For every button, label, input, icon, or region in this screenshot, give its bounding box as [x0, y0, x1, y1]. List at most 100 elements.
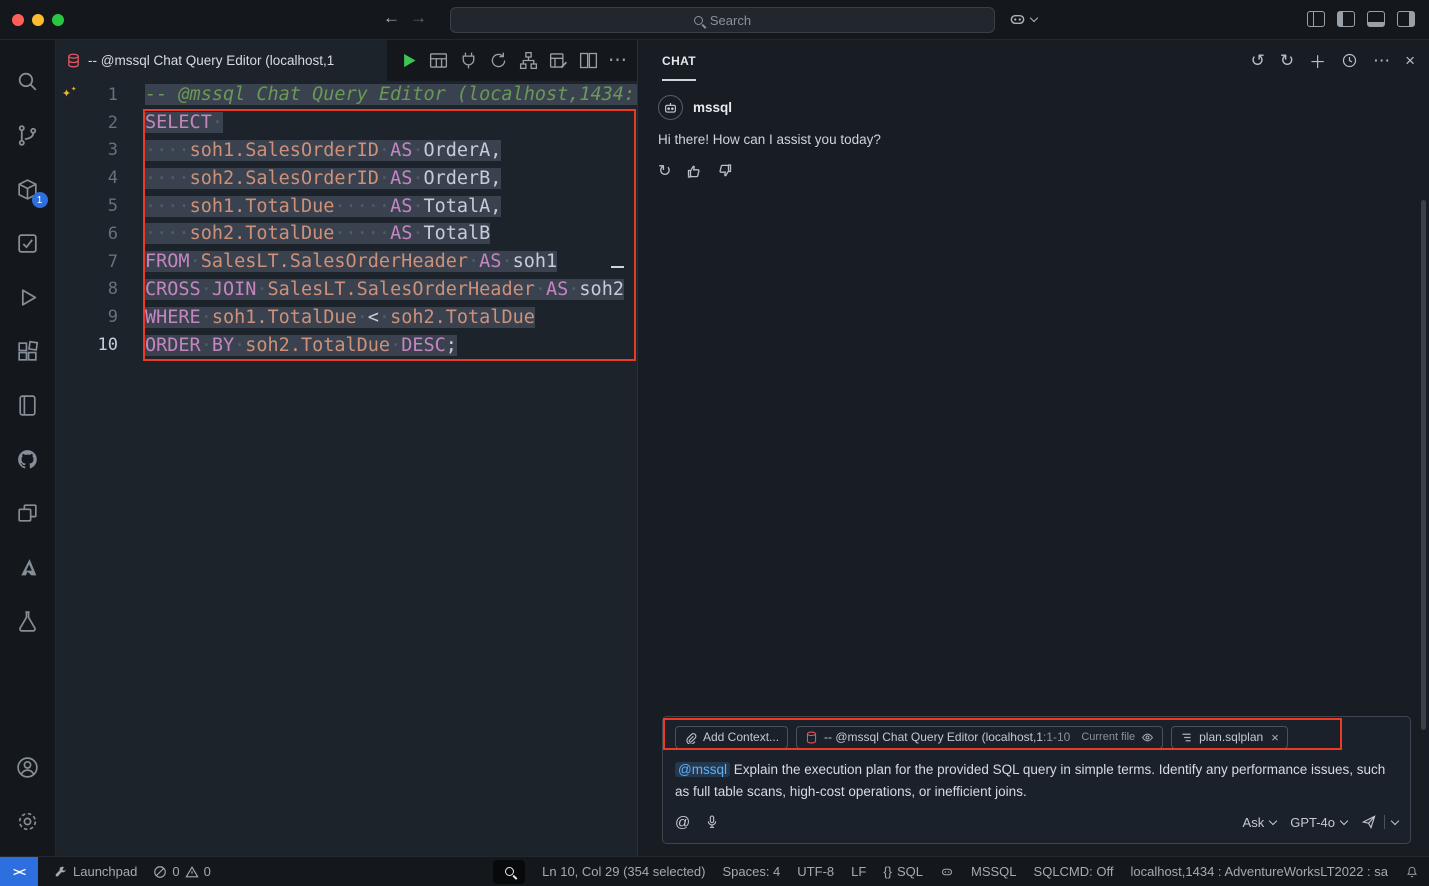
new-chat-icon[interactable]: ＋ [1309, 48, 1326, 73]
sqlcmd-status[interactable]: SQLCMD: Off [1034, 864, 1114, 879]
notifications-status[interactable] [1405, 865, 1419, 879]
line-number: 8 [56, 279, 118, 299]
indentation-status[interactable]: Spaces: 4 [722, 864, 780, 879]
language-status[interactable]: {}SQL [883, 864, 923, 879]
code-line[interactable]: 9WHERE·soh1.TotalDue·<·soh2.TotalDue [56, 303, 637, 331]
activity-github[interactable] [4, 432, 52, 486]
account-icon [15, 755, 40, 780]
regenerate-icon[interactable]: ↻ [658, 161, 671, 181]
results-grid-icon[interactable] [428, 50, 449, 71]
error-count: 0 [172, 864, 179, 879]
run-query-button[interactable] [398, 50, 419, 71]
mssql-status[interactable]: MSSQL [971, 864, 1017, 879]
editor-tab[interactable]: -- @mssql Chat Query Editor (localhost,1 [56, 40, 387, 81]
code-line[interactable]: 5····soh1.TotalDue·····AS·TotalA, [56, 192, 637, 220]
mssql-mention[interactable]: @mssql [675, 762, 730, 777]
connection-status[interactable]: localhost,1434 : AdventureWorksLT2022 : … [1130, 864, 1388, 879]
activity-query-check[interactable] [4, 216, 52, 270]
activity-source-control[interactable] [4, 108, 52, 162]
command-center-search[interactable]: Search [450, 7, 995, 33]
chevron-down-icon [1340, 816, 1348, 824]
add-mention-button[interactable]: @ [675, 814, 690, 831]
thumbs-up-icon[interactable] [686, 163, 702, 179]
activity-azure[interactable] [4, 540, 52, 594]
activity-settings[interactable] [4, 794, 52, 848]
tools-icon [54, 865, 68, 879]
copilot-sparkle-icon[interactable]: ✦✦ [62, 83, 76, 101]
close-icon[interactable]: × [1405, 51, 1415, 71]
nav-forward-button[interactable]: → [410, 8, 427, 28]
thumbs-down-icon[interactable] [717, 163, 733, 179]
chip-plan-label: plan.sqlplan [1199, 730, 1263, 744]
code-line[interactable]: 10ORDER·BY·soh2.TotalDue·DESC; [56, 331, 637, 359]
code-editor[interactable]: ✦✦ 1-- @mssql Chat Query Editor (localho… [56, 81, 637, 856]
mode-picker[interactable]: Ask [1243, 815, 1277, 830]
more-icon[interactable]: ⋯ [1373, 51, 1390, 71]
avatar [658, 95, 683, 120]
encoding-status[interactable]: UTF-8 [797, 864, 834, 879]
code-line[interactable]: 8CROSS·JOIN·SalesLT.SalesOrderHeader·AS·… [56, 276, 637, 304]
code-line[interactable]: 7FROM·SalesLT.SalesOrderHeader·AS·soh1 [56, 248, 637, 276]
send-icon[interactable] [1361, 814, 1377, 830]
problems-status[interactable]: 0 0 [153, 864, 210, 879]
schema-compare-icon[interactable] [518, 50, 539, 71]
activity-search[interactable] [4, 54, 52, 108]
chat-tab[interactable]: CHAT [662, 40, 696, 81]
code-line[interactable]: 4····soh2.SalesOrderID·AS·OrderB, [56, 164, 637, 192]
send-options-chevron-icon[interactable] [1391, 816, 1399, 824]
undo-icon[interactable]: ↺ [1251, 51, 1265, 71]
add-context-chip[interactable]: Add Context... [675, 726, 788, 749]
toggle-panel-icon[interactable] [1367, 11, 1385, 27]
history-icon[interactable] [1341, 52, 1358, 69]
code-line[interactable]: 6····soh2.TotalDue·····AS·TotalB [56, 220, 637, 248]
windows-icon [15, 501, 40, 526]
table-designer-icon[interactable] [548, 50, 569, 71]
remote-indicator[interactable]: >< [0, 857, 38, 886]
chat-header: CHAT ↺ ↻ ＋ ⋯ × [638, 40, 1429, 81]
microphone-icon[interactable] [704, 814, 720, 830]
activity-references[interactable]: 1 [4, 162, 52, 216]
play-icon [15, 285, 40, 310]
toggle-sidebar-icon[interactable] [1337, 11, 1355, 27]
model-picker[interactable]: GPT-4o [1290, 815, 1347, 830]
activity-extensions[interactable] [4, 324, 52, 378]
minimize-window-button[interactable] [32, 14, 44, 26]
code-line[interactable]: 1-- @mssql Chat Query Editor (localhost,… [56, 81, 637, 109]
redo-icon[interactable]: ↻ [1280, 51, 1294, 71]
copilot-status[interactable] [940, 865, 954, 879]
copilot-menu-button[interactable] [1008, 10, 1037, 29]
chat-input[interactable]: @mssql Explain the execution plan for th… [675, 759, 1398, 809]
eye-icon[interactable] [1141, 731, 1154, 744]
current-file-chip[interactable]: -- @mssql Chat Query Editor (localhost,1… [796, 726, 1163, 749]
eol-status[interactable]: LF [851, 864, 866, 879]
toggle-secondary-sidebar-icon[interactable] [1397, 11, 1415, 27]
more-actions-icon[interactable]: ⋯ [608, 51, 627, 70]
nav-back-button[interactable]: ← [383, 8, 400, 28]
copilot-icon [1008, 10, 1027, 29]
chat-body: mssql Hi there! How can I assist you tod… [638, 81, 1429, 181]
zoom-window-button[interactable] [52, 14, 64, 26]
remove-chip-icon[interactable]: × [1271, 730, 1279, 745]
activity-bar: 1 [0, 40, 56, 856]
code-line[interactable]: 2SELECT· [56, 109, 637, 137]
cursor-position-status[interactable]: Ln 10, Col 29 (354 selected) [542, 864, 705, 879]
editor-tabbar: -- @mssql Chat Query Editor (localhost,1 [56, 40, 637, 81]
window-controls [12, 14, 64, 26]
split-editor-icon[interactable] [578, 50, 599, 71]
activity-run-debug[interactable] [4, 270, 52, 324]
activity-notebooks[interactable] [4, 378, 52, 432]
chat-scrollbar[interactable] [1421, 200, 1426, 730]
layout-columns-icon[interactable] [1307, 11, 1325, 27]
titlebar: ← → Search [0, 0, 1429, 40]
code-line[interactable]: 3····soh1.SalesOrderID·AS·OrderA, [56, 137, 637, 165]
activity-flask[interactable] [4, 594, 52, 648]
close-window-button[interactable] [12, 14, 24, 26]
activity-account[interactable] [4, 740, 52, 794]
plan-file-chip[interactable]: plan.sqlplan × [1171, 726, 1288, 749]
launchpad-status[interactable]: Launchpad [54, 864, 137, 879]
estimated-plan-icon[interactable] [488, 50, 509, 71]
robot-icon [663, 100, 678, 115]
activity-remote-explorer[interactable] [4, 486, 52, 540]
disconnect-plug-icon[interactable] [458, 50, 479, 71]
line-number: 7 [56, 252, 118, 272]
